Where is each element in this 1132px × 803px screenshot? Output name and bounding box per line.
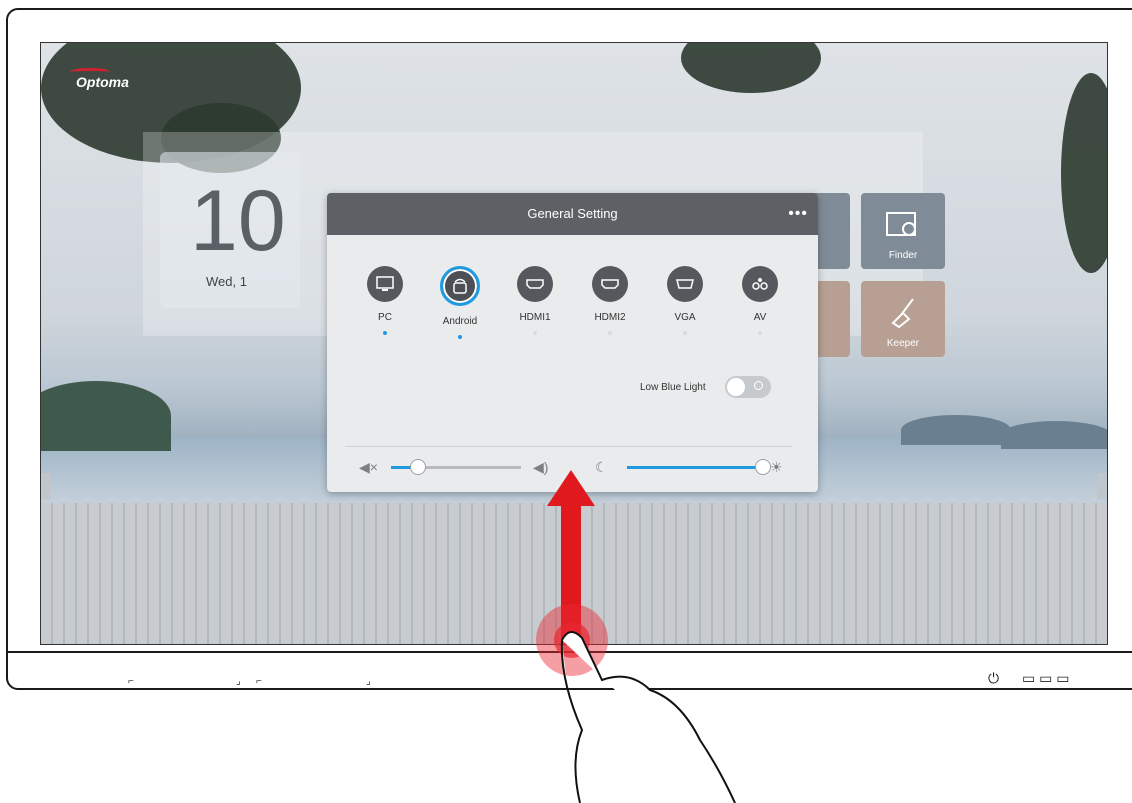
source-label: VGA xyxy=(674,312,696,323)
bezel-marker: ⌐ xyxy=(256,676,262,687)
source-label: HDMI2 xyxy=(594,312,626,323)
low-blue-light-label: Low Blue Light xyxy=(640,382,706,393)
brightness-slider[interactable] xyxy=(627,459,771,475)
source-vga[interactable]: VGA xyxy=(655,266,715,335)
tree-right xyxy=(1061,73,1107,273)
usb-port-icon: ▭ ▭ ▭ xyxy=(1022,670,1070,686)
source-indicator xyxy=(458,335,462,339)
toggle-off-icon xyxy=(754,381,763,390)
source-label: PC xyxy=(378,312,392,323)
source-hdmi1[interactable]: HDMI1 xyxy=(505,266,565,335)
source-indicator xyxy=(383,331,387,335)
panel-title: General Setting xyxy=(527,206,618,221)
tile-keeper[interactable]: Keeper xyxy=(861,281,945,357)
source-label: HDMI1 xyxy=(519,312,551,323)
sun-icon[interactable]: ☀ xyxy=(770,459,783,476)
low-blue-light-toggle[interactable] xyxy=(725,376,771,398)
bezel-marker: ⌐ xyxy=(128,676,134,687)
android-icon xyxy=(440,266,480,306)
folder-search-icon xyxy=(886,212,916,236)
moon-icon[interactable]: ☾ xyxy=(595,459,608,476)
brightness-thumb[interactable] xyxy=(755,459,771,475)
source-label: Android xyxy=(442,316,478,327)
more-options-icon[interactable]: ••• xyxy=(788,193,808,235)
av-icon xyxy=(742,266,778,302)
source-android[interactable]: Android xyxy=(430,266,490,339)
vga-icon xyxy=(667,266,703,302)
source-hdmi2[interactable]: HDMI2 xyxy=(580,266,640,335)
volume-thumb[interactable] xyxy=(410,459,426,475)
toggle-knob xyxy=(727,378,745,396)
brightness-fill xyxy=(627,466,762,469)
bezel-marker: ⌟ xyxy=(366,676,371,687)
hill-left xyxy=(41,381,171,451)
panel-divider xyxy=(345,446,792,447)
hdmi-icon xyxy=(592,266,628,302)
hdmi-icon xyxy=(517,266,553,302)
panel-header: General Setting ••• xyxy=(327,193,818,235)
source-label: AV xyxy=(753,312,767,323)
hand-gesture-icon xyxy=(560,631,736,803)
left-edge-tab[interactable] xyxy=(41,473,51,499)
broom-icon xyxy=(891,298,914,329)
clock-time: 10 xyxy=(190,173,286,269)
source-pc[interactable]: PC xyxy=(355,266,415,335)
brand-logo: Optoma xyxy=(70,68,129,90)
hill-right-2 xyxy=(1001,421,1107,449)
source-indicator xyxy=(683,331,687,335)
bezel-marker: ⌟ xyxy=(236,676,241,687)
general-setting-panel: General Setting ••• PC Android HDMI1 HDM… xyxy=(327,193,818,492)
tile-label: Keeper xyxy=(886,338,920,349)
tree-top xyxy=(681,43,821,93)
source-indicator xyxy=(758,331,762,335)
source-av[interactable]: AV xyxy=(730,266,790,335)
monitor-icon xyxy=(367,266,403,302)
hill-right xyxy=(901,415,1011,445)
clock-widget[interactable]: 10 Wed, 1 xyxy=(160,152,300,308)
tile-finder[interactable]: Finder xyxy=(861,193,945,269)
volume-mute-icon[interactable]: ◀× xyxy=(359,459,378,476)
source-indicator xyxy=(533,331,537,335)
source-indicator xyxy=(608,331,612,335)
power-button-icon[interactable]: ⏻ xyxy=(988,670,999,687)
clock-date: Wed, 1 xyxy=(206,274,247,289)
tile-label: Finder xyxy=(888,250,918,261)
volume-slider[interactable] xyxy=(391,459,521,475)
right-edge-tab[interactable] xyxy=(1097,473,1107,499)
